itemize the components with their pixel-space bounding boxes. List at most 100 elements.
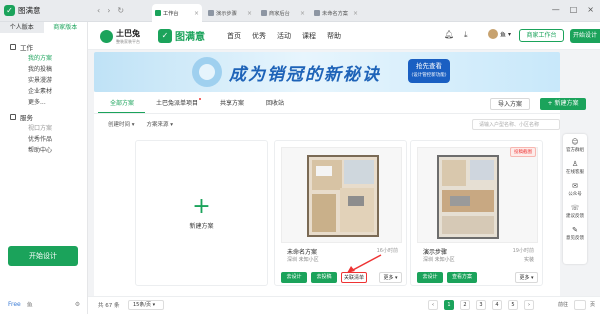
plan-card[interactable]: 投稿截图 演示步骤 19小时前 深圳 未知小区 实装 去设计 查看方案 更多 ▾ [410,140,543,286]
banner-cta-button[interactable]: 抢先查看 (设计管控新功能) [408,59,450,83]
sidebar-footer: Free 鱼 ⚙ [8,300,80,309]
online-service-entry[interactable]: ♙ 在线客服 [566,160,584,175]
sidebar-item-my-plans[interactable]: 我的方案 [0,53,87,64]
import-plan-button[interactable]: 导入方案 [490,98,530,110]
page-3[interactable]: 3 [476,300,486,310]
plan-type: 实装 [523,257,534,263]
sidebar-item-vr-tour[interactable]: 实景漫游 [0,75,87,86]
close-icon[interactable]: × [353,10,358,17]
sidebar-item-my-submissions[interactable]: 我的投稿 [0,64,87,75]
sidebar-item-more[interactable]: 更多... [0,97,87,108]
design-button[interactable]: 去设计 [417,272,443,283]
page-5[interactable]: 5 [508,300,518,310]
rightbar-label: 官方群组 [566,148,584,153]
tumanyi-logo-icon: ✓ [158,28,172,43]
tab-tubatu-orders[interactable]: 土巴兔派单项目 [156,98,202,107]
annotation-arrow-icon [347,254,382,273]
close-icon[interactable]: × [300,10,305,17]
user-menu[interactable]: 鱼 ▾ [488,29,511,39]
title-bar: ✓ 图满意 ‹ › ↻ 工作台 × 演示步骤 × 商家后台 × 未命名方案 × … [0,0,600,22]
close-icon[interactable]: × [194,10,199,17]
sidebar-item-enterprise-assets[interactable]: 企业素材 [0,86,87,97]
brand1-sub: 整装家装平台 [116,39,140,44]
settings-icon[interactable]: ⚙ [75,301,80,308]
download-icon[interactable]: ⤓ [464,30,468,40]
menu-home[interactable]: 首页 [227,31,241,41]
menu-courses[interactable]: 课程 [302,31,316,41]
service-person-icon: ♙ [571,160,579,168]
sidebar-item-viewport-plans[interactable]: 视口方案 [0,123,87,134]
feedback-entry[interactable]: ✎ 意见反馈 [566,226,584,241]
filter-source[interactable]: 方案来源 ▾ [147,120,174,128]
close-window-icon[interactable]: × [587,5,594,14]
tab-unnamed-plan[interactable]: 未命名方案 × [311,4,361,22]
plan-date: 19小时前 [512,248,534,254]
page-1[interactable]: 1 [444,300,454,310]
version-merchant[interactable]: 商家版本 [43,22,87,33]
tab-merchant-backend[interactable]: 商家后台 × [258,4,308,22]
official-account-entry[interactable]: ✉ 公众号 [568,182,582,197]
feedback-icon: ✎ [572,226,578,234]
menu-excellent[interactable]: 优秀 [252,31,266,41]
view-plan-button[interactable]: 查看方案 [447,272,477,283]
plan-card[interactable]: 未命名方案 16小时前 深圳 未知小区 去设计 去投稿 关联清单 更多 ▾ [274,140,407,286]
floorplan-thumbnail [417,147,538,243]
official-group-entry[interactable]: ☺ 官方群组 [566,138,584,153]
rightbar-label: 在线客服 [566,170,584,175]
tab-shared-plans[interactable]: 共享方案 [220,98,244,107]
bell-icon[interactable]: 🔔︎ [444,30,454,39]
filters: 创建时间 ▾ 方案来源 ▾ [108,120,173,128]
tumanyi-brand[interactable]: ✓ 图满意 [158,28,205,43]
plan-name: 演示步骤 [423,249,448,256]
forward-icon[interactable]: › [107,6,110,15]
prev-page-button[interactable]: ‹ [428,300,438,310]
tab-label: 工作台 [163,10,179,17]
promo-banner[interactable]: 成为销冠的新秘诀 抢先查看 (设计管控新功能) [94,52,560,92]
plan-location: 深圳 未知小区 [287,257,319,263]
banner-headline: 成为销冠的新秘诀 [229,65,381,85]
new-plan-button[interactable]: + 新建方案 [540,98,586,110]
page-size-select[interactable]: 15条/页 ▾ [128,300,164,310]
chevron-down-icon: ▾ [395,275,398,281]
tab-divider [94,113,560,114]
next-page-button[interactable]: › [524,300,534,310]
start-design-button[interactable]: 开始设计 [8,246,78,266]
page-4[interactable]: 4 [492,300,502,310]
chevron-down-icon: ▾ [170,122,174,128]
app-name: 图满意 [18,6,41,15]
jump-page-input[interactable] [574,300,586,310]
group-chat-icon: ☺ [571,138,579,146]
suggestion-entry[interactable]: ☏ 建议反馈 [566,204,584,219]
brand2-name: 图满意 [175,32,205,43]
tab-all-plans[interactable]: 全部方案 [110,98,134,107]
banner-emblem-icon [192,57,222,87]
version-personal[interactable]: 个人版本 [0,22,44,33]
close-icon[interactable]: × [247,10,252,17]
submit-button[interactable]: 去投稿 [311,272,337,283]
maximize-icon[interactable]: □ [570,5,578,14]
chevron-down-icon: ▾ [131,122,135,128]
new-plan-card[interactable]: + 新建方案 [135,140,268,286]
banner-cta-label: 抢先查看 [416,62,442,70]
menu-events[interactable]: 活动 [277,31,291,41]
tab-demo-steps[interactable]: 演示步骤 × [205,4,255,22]
plans-panel: 全部方案 土巴兔派单项目 共享方案 回收站 导入方案 + 新建方案 创建时间 ▾… [94,92,586,296]
menu-help[interactable]: 帮助 [327,31,341,41]
design-button[interactable]: 去设计 [281,272,307,283]
more-button[interactable]: 更多 ▾ [515,272,538,283]
sidebar-item-help-center[interactable]: 帮助中心 [0,145,87,156]
app-brand: ✓ 图满意 [4,5,41,16]
refresh-icon[interactable]: ↻ [117,6,124,15]
page-2[interactable]: 2 [460,300,470,310]
merchant-workbench-button[interactable]: 商家工作台 [519,29,564,42]
top-start-design-button[interactable]: 开始设计 [570,29,600,43]
tab-recycle-bin[interactable]: 回收站 [266,98,284,107]
page-suffix: 页 [590,302,596,308]
filter-created-time[interactable]: 创建时间 ▾ [108,120,135,128]
sidebar-item-featured-works[interactable]: 优秀作品 [0,134,87,145]
tubatu-brand[interactable]: 土巴兔 整装家装平台 [100,28,140,45]
search-input[interactable]: 请输入户型名称、小区名称 [472,119,560,130]
minimize-icon[interactable]: — [552,5,560,14]
tab-workbench[interactable]: 工作台 × [152,4,202,22]
back-icon[interactable]: ‹ [97,6,100,15]
